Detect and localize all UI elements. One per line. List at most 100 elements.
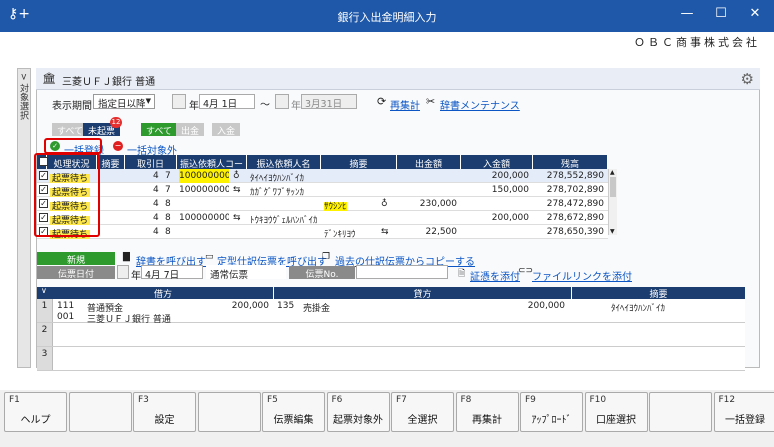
journal-memo[interactable]: ﾀｲﾍｲﾖｳﾊﾝﾊﾞｲｶ <box>611 299 665 313</box>
chip-all-2[interactable]: すべて <box>141 123 178 137</box>
chip-inflow[interactable]: 入金 <box>212 123 241 137</box>
dict-maintenance-link[interactable]: 辞書メンテナンス <box>440 97 520 112</box>
credit-code[interactable]: 135 <box>277 299 294 313</box>
trade-month: 4 <box>153 199 159 209</box>
maximize-icon[interactable]: ☐ <box>710 6 732 21</box>
chip-outflow[interactable]: 出金 <box>176 123 205 137</box>
table-row[interactable]: ✓起票待ち471000000001♁ﾀｲﾍｲﾖｳﾊﾝﾊﾞｲｶ200,000278… <box>37 169 608 183</box>
row-memo[interactable]: ｻｳｼﾝﾋ <box>324 202 347 211</box>
requester-code[interactable]: 1000000001 <box>179 169 229 183</box>
journal-row[interactable]: 1 111 普通預金 001 三菱ＵＦＪ銀行 普通 200,000 135 売掛… <box>37 299 745 324</box>
col-date[interactable]: 取引日 <box>125 155 177 170</box>
col-requester-name[interactable]: 振込依頼人名 <box>247 155 321 170</box>
fkey-2-button[interactable] <box>68 392 132 432</box>
row-memo[interactable]: ﾃﾞﾝｷﾘﾖｳ <box>324 230 356 239</box>
voucher-year-suffix: 年 <box>131 271 141 282</box>
refresh-link[interactable]: 再集計 <box>390 97 420 112</box>
debit-amount[interactable]: 200,000 <box>197 299 269 313</box>
refresh-icon[interactable]: ⟳ <box>377 95 386 108</box>
col-requester-code[interactable]: 振込依頼人コード <box>177 155 247 183</box>
trade-day: 7 <box>165 185 171 195</box>
requester-name: ﾄｳｷﾖｳｳﾞｪﾙﾊﾝﾊﾞｲｶ <box>250 216 318 225</box>
requester-code[interactable] <box>179 225 229 239</box>
table-row[interactable]: ✓ 起票待ち 4 8 ｻｳｼﾝﾋ ♁ 230,000 278,472,890 <box>37 197 608 211</box>
new-voucher-button[interactable]: 新規 <box>37 252 115 266</box>
lightbulb-icon[interactable]: ♁ <box>233 169 243 183</box>
fkey-label: 設定 <box>154 415 175 426</box>
voucher-date-label: 伝票日付 <box>37 266 115 280</box>
requester-code[interactable]: 1000000006 <box>179 183 229 197</box>
range-tilde: ～ <box>260 100 270 111</box>
close-icon[interactable]: ✕ <box>744 6 766 21</box>
sync-icon[interactable]: ⇆ <box>381 225 391 239</box>
sync-icon[interactable]: ⇆ <box>233 183 243 197</box>
col-memo-1[interactable]: 摘要 <box>97 155 125 170</box>
trade-month: 4 <box>153 185 159 195</box>
fkey-10-button[interactable]: F10 口座選択 <box>584 392 648 432</box>
template-icon: ▭ <box>205 252 214 262</box>
credit-amount[interactable]: 200,000 <box>493 299 565 313</box>
fkey-number: F6 <box>331 395 343 405</box>
grid-scrollbar[interactable]: ▲ ▼ <box>608 169 617 235</box>
trade-day: 8 <box>165 199 171 209</box>
col-balance[interactable]: 残高 <box>533 155 608 170</box>
fkey-label: 伝票編集 <box>273 415 314 426</box>
fkey-12-button[interactable]: F12 一括登録 <box>713 392 774 432</box>
journal-row[interactable]: 2 <box>37 323 745 347</box>
highlight-bulk-register <box>44 138 102 154</box>
trade-day: 8 <box>165 213 171 223</box>
scroll-thumb[interactable] <box>610 177 616 197</box>
voucher-date-input[interactable]: 4月 7日 <box>141 265 203 281</box>
col-outflow[interactable]: 出金額 <box>397 155 461 170</box>
chevron-down-icon: ▼ <box>145 97 151 105</box>
fkey-11-button[interactable] <box>649 392 712 432</box>
period-label: 表示期間 <box>52 101 92 112</box>
voucher-no-input[interactable] <box>356 265 448 279</box>
grid-header: 処理状況 摘要 取引日 振込依頼人コード 振込依頼人名 摘要 出金額 入金額 残… <box>37 155 608 183</box>
inflow-amount <box>461 197 529 211</box>
minimize-icon[interactable]: — <box>676 6 698 21</box>
requester-code[interactable]: 1000000005 <box>179 211 229 225</box>
to-year-input[interactable] <box>275 94 289 109</box>
fkey-5-button[interactable]: F5 伝票編集 <box>262 392 325 432</box>
to-date-input[interactable]: 3月31日 <box>301 94 357 110</box>
voucher-no-label: 伝票No. <box>289 266 355 280</box>
period-select[interactable]: 指定日以降 ▼ <box>93 94 155 110</box>
fkey-label: 起票対象外 <box>333 415 383 426</box>
scroll-down-icon[interactable]: ▼ <box>610 228 615 235</box>
fkey-1-button[interactable]: F1 ヘルプ <box>4 392 67 432</box>
fkey-6-button[interactable]: F6 起票対象外 <box>326 392 390 432</box>
fkey-3-button[interactable]: F3 設定 <box>133 392 196 432</box>
fkey-8-button[interactable]: F8 再集計 <box>455 392 519 432</box>
scroll-up-icon[interactable]: ▲ <box>610 169 615 176</box>
table-row[interactable]: ✓ 起票待ち 4 8 ﾃﾞﾝｷﾘﾖｳ ⇆ 22,500 278,650,390 <box>37 225 608 239</box>
debit-sub-name: 三菱ＵＦＪ銀行 普通 <box>87 315 171 324</box>
file-link-link[interactable]: ファイルリンクを添付 <box>532 268 632 283</box>
journal-row[interactable]: 3 <box>37 347 745 371</box>
debit-sub-code[interactable]: 001 <box>57 310 74 324</box>
from-date-input[interactable]: 4月 1日 <box>199 94 255 110</box>
unregistered-count-badge: 12 <box>110 117 122 128</box>
fkey-4-button[interactable] <box>197 392 261 432</box>
table-row[interactable]: ✓起票待ち471000000006⇆ｶｶﾞｸﾞﾜﾌﾞｻｯﾝｶ150,000278… <box>37 183 608 197</box>
chevron-down-icon[interactable]: ∨ <box>41 286 47 295</box>
fkey-7-button[interactable]: F7 全選択 <box>391 392 454 432</box>
lightbulb-icon[interactable]: ♁ <box>381 197 391 211</box>
col-memo-2[interactable]: 摘要 <box>321 155 397 170</box>
fkey-label: ヘルプ <box>20 415 51 426</box>
voucher-year-input[interactable] <box>117 265 129 279</box>
voucher-type[interactable]: 通常伝票 <box>206 265 286 281</box>
fkey-number: F3 <box>138 395 149 405</box>
from-year-input[interactable] <box>172 94 186 109</box>
fkey-9-button[interactable]: F9 ｱｯﾌﾟﾛｰﾄﾞ <box>520 392 583 432</box>
table-row[interactable]: ✓起票待ち481000000005⇆ﾄｳｷﾖｳｳﾞｪﾙﾊﾝﾊﾞｲｶ200,000… <box>37 211 608 225</box>
gear-icon[interactable]: ⚙ <box>741 70 754 88</box>
fkey-label: 再集計 <box>472 415 502 426</box>
requester-code[interactable] <box>179 197 229 211</box>
tools-icon[interactable]: ✂ <box>426 95 435 108</box>
sync-icon[interactable]: ⇆ <box>233 211 243 225</box>
target-select-tab[interactable]: > 対象選択 <box>17 68 31 368</box>
col-inflow[interactable]: 入金額 <box>461 155 533 170</box>
attach-evidence-link[interactable]: 証憑を添付 <box>470 268 520 283</box>
trade-month: 4 <box>153 213 159 223</box>
